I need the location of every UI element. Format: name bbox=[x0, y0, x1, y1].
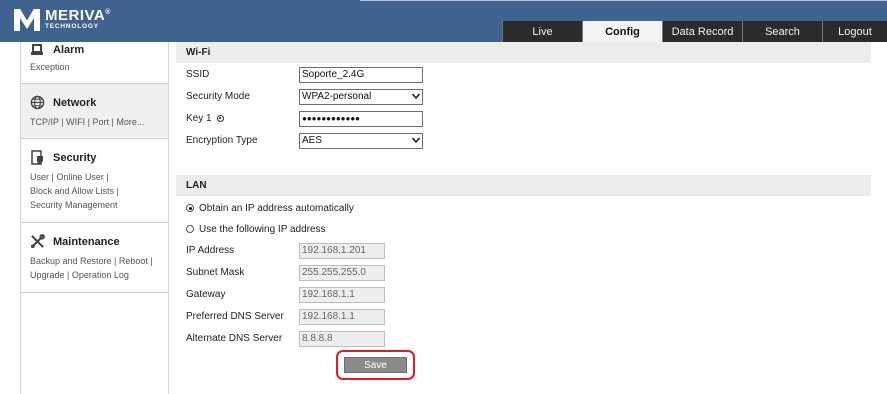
use-following-ip-option[interactable]: Use the following IP address bbox=[186, 221, 326, 237]
sidebar-item-security[interactable]: Security User | Online User | Block and … bbox=[21, 139, 168, 223]
subnet-mask-label: Subnet Mask bbox=[186, 267, 245, 278]
security-mode-label: Security Mode bbox=[186, 91, 250, 102]
tab-config[interactable]: Config bbox=[582, 21, 662, 42]
radio-selected-icon[interactable] bbox=[186, 204, 194, 212]
sidebar-item-network[interactable]: Network TCP/IP | WIFI | Port | More... bbox=[21, 84, 168, 139]
sidebar-sub-line[interactable]: Backup and Restore | Reboot | bbox=[30, 254, 168, 268]
key-password-input[interactable]: ●●●●●●●●●●●● bbox=[299, 111, 423, 127]
sidebar-sub-line[interactable]: Block and Allow Lists | bbox=[30, 184, 168, 198]
sidebar-sub-line[interactable]: Security Management bbox=[30, 198, 168, 212]
tab-search[interactable]: Search bbox=[742, 21, 822, 42]
key-row: Key 1 bbox=[186, 110, 224, 126]
sidebar-item-alarm[interactable]: Alarm Exception bbox=[21, 42, 168, 84]
sidebar-sub-line[interactable]: TCP/IP | WIFI | Port | More... bbox=[30, 115, 168, 129]
sidebar: Alarm Exception Network TCP/IP | WIFI | … bbox=[20, 42, 169, 394]
tab-logout[interactable]: Logout bbox=[822, 21, 887, 42]
config-panel: Wi-Fi SSID Soporte_2.4G Security Mode WP… bbox=[170, 42, 887, 394]
brand-subtitle: TECHNOLOGY bbox=[45, 23, 99, 30]
ip-address-input: 192.168.1.201 bbox=[299, 243, 385, 259]
sidebar-sub-line[interactable]: Exception bbox=[30, 60, 168, 74]
tab-label: Live bbox=[532, 25, 553, 38]
preferred-dns-label: Preferred DNS Server bbox=[186, 311, 284, 322]
wifi-section-header: Wi-Fi bbox=[176, 42, 871, 63]
sidebar-sub-links: User | Online User | Block and Allow Lis… bbox=[30, 170, 168, 212]
encryption-type-select[interactable]: AES bbox=[299, 133, 423, 149]
save-highlight: Save bbox=[336, 350, 415, 380]
preferred-dns-input: 192.168.1.1 bbox=[299, 309, 385, 325]
tab-live[interactable]: Live bbox=[502, 21, 582, 42]
alarm-icon bbox=[30, 42, 46, 58]
key-label: Key 1 bbox=[186, 112, 212, 124]
save-button[interactable]: Save bbox=[344, 357, 407, 373]
radio-unselected-icon[interactable] bbox=[186, 225, 194, 233]
ip-address-label: IP Address bbox=[186, 245, 235, 256]
ssid-label: SSID bbox=[186, 69, 210, 80]
sidebar-sub-line[interactable]: User | Online User | bbox=[30, 170, 168, 184]
ssid-input[interactable]: Soporte_2.4G bbox=[299, 67, 423, 83]
chevron-down-icon bbox=[411, 90, 421, 104]
chevron-down-icon bbox=[411, 134, 421, 148]
sidebar-item-maintenance[interactable]: Maintenance Backup and Restore | Reboot … bbox=[21, 223, 168, 293]
encryption-type-label: Encryption Type bbox=[186, 135, 258, 146]
obtain-ip-auto-label: Obtain an IP address automatically bbox=[199, 202, 354, 214]
gateway-label: Gateway bbox=[186, 289, 226, 300]
use-following-ip-label: Use the following IP address bbox=[199, 223, 326, 235]
alternate-dns-input: 8.8.8.8 bbox=[299, 331, 385, 347]
sidebar-item-label: Alarm bbox=[53, 43, 85, 56]
security-mode-select[interactable]: WPA2-personal bbox=[299, 89, 423, 105]
obtain-ip-auto-option[interactable]: Obtain an IP address automatically bbox=[186, 200, 354, 216]
alternate-dns-label: Alternate DNS Server bbox=[186, 333, 283, 344]
tab-label: Config bbox=[605, 25, 640, 38]
subnet-mask-input: 255.255.255.0 bbox=[299, 265, 385, 281]
top-bar: MERIVA® TECHNOLOGY Live Config Data Reco… bbox=[0, 0, 887, 42]
lan-section-header: LAN bbox=[176, 175, 871, 196]
top-bar-divider bbox=[360, 0, 887, 1]
sidebar-item-label: Maintenance bbox=[53, 236, 120, 248]
tab-label: Search bbox=[765, 25, 800, 38]
security-mode-value: WPA2-personal bbox=[302, 91, 372, 102]
sidebar-item-label: Security bbox=[53, 152, 97, 164]
sidebar-sub-line[interactable]: Upgrade | Operation Log bbox=[30, 268, 168, 282]
sidebar-item-label: Network bbox=[53, 97, 97, 109]
tab-data-record[interactable]: Data Record bbox=[662, 21, 742, 42]
main-tabs: Live Config Data Record Search Logout bbox=[502, 21, 887, 42]
shield-icon bbox=[30, 150, 46, 166]
meriva-logo-icon bbox=[14, 8, 40, 31]
tab-label: Data Record bbox=[671, 25, 734, 38]
tab-label: Logout bbox=[838, 25, 872, 38]
sidebar-sub-links: TCP/IP | WIFI | Port | More... bbox=[30, 115, 168, 129]
sidebar-sub-links: Exception bbox=[30, 60, 168, 74]
globe-icon bbox=[30, 95, 46, 111]
registered-mark: ® bbox=[105, 9, 111, 16]
wrench-icon bbox=[30, 234, 46, 250]
sidebar-sub-links: Backup and Restore | Reboot | Upgrade | … bbox=[30, 254, 168, 282]
encryption-type-value: AES bbox=[302, 135, 323, 146]
brand-logo: MERIVA® TECHNOLOGY bbox=[12, 5, 111, 33]
gateway-input: 192.168.1.1 bbox=[299, 287, 385, 303]
brand-name: MERIVA bbox=[45, 7, 106, 24]
key-radio-icon[interactable] bbox=[216, 114, 224, 122]
